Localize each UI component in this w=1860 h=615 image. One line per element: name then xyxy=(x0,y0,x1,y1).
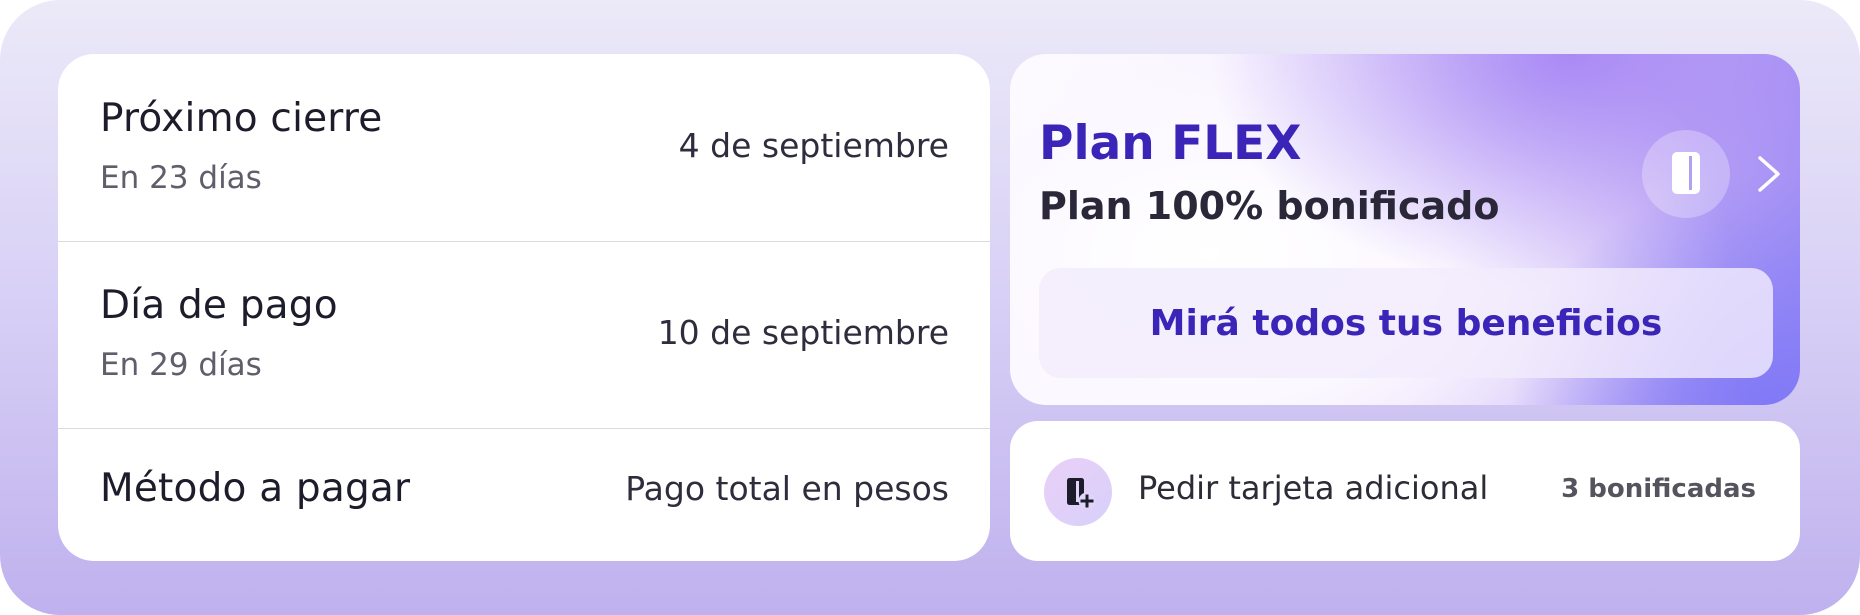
payment-method-row[interactable]: Método a pagar Pago total en pesos xyxy=(58,429,990,561)
billing-info-card: Próximo cierre En 23 días 4 de septiembr… xyxy=(58,54,990,561)
additional-card-row[interactable]: Pedir tarjeta adicional 3 bonificadas xyxy=(1010,421,1800,561)
payment-date-countdown: En 29 días xyxy=(100,347,262,383)
chevron-right-icon[interactable] xyxy=(1750,154,1790,194)
closing-date-label: Próximo cierre xyxy=(100,96,383,141)
card-icon xyxy=(1642,130,1730,218)
payment-date-value: 10 de septiembre xyxy=(657,313,949,352)
payment-date-label: Día de pago xyxy=(100,283,338,328)
view-benefits-button[interactable]: Mirá todos tus beneficios xyxy=(1039,268,1773,378)
closing-date-countdown: En 23 días xyxy=(100,160,262,196)
closing-date-row[interactable]: Próximo cierre En 23 días 4 de septiembr… xyxy=(58,54,990,241)
payment-method-label: Método a pagar xyxy=(100,466,411,511)
view-benefits-label: Mirá todos tus beneficios xyxy=(1149,302,1663,344)
plan-card[interactable]: Plan FLEX Plan 100% bonificado Mirá todo… xyxy=(1010,54,1800,405)
plan-title: Plan FLEX xyxy=(1039,116,1302,171)
plan-subtitle: Plan 100% bonificado xyxy=(1039,184,1500,228)
card-summary-panel: Próximo cierre En 23 días 4 de septiembr… xyxy=(0,0,1860,615)
payment-method-value: Pago total en pesos xyxy=(625,469,949,508)
additional-card-label: Pedir tarjeta adicional xyxy=(1138,469,1489,507)
add-card-icon xyxy=(1044,458,1112,526)
additional-card-count: 3 bonificadas xyxy=(1561,474,1756,504)
closing-date-value: 4 de septiembre xyxy=(678,126,949,165)
payment-date-row[interactable]: Día de pago En 29 días 10 de septiembre xyxy=(58,242,990,428)
